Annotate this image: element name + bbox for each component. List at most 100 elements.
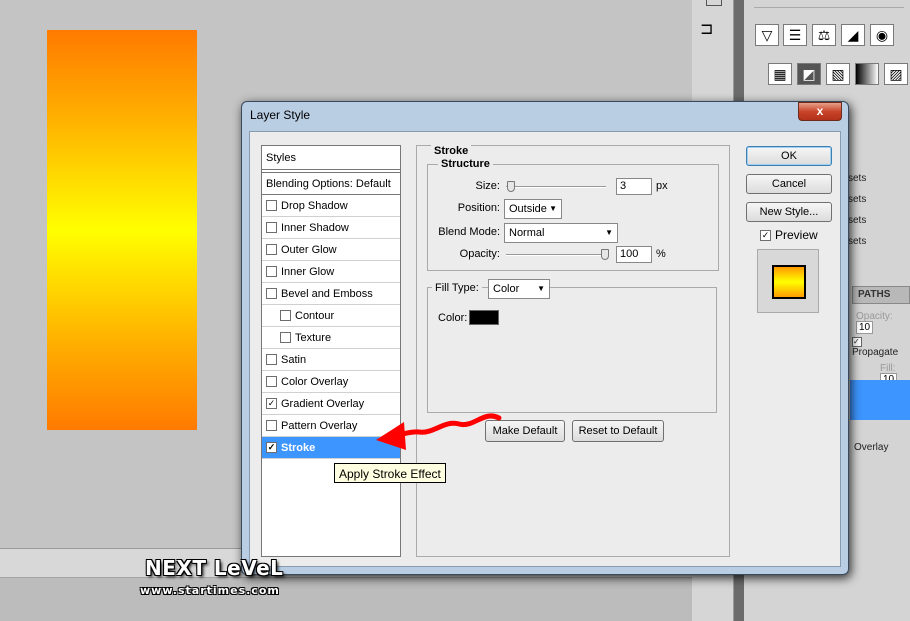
opacity-unit: % (656, 248, 666, 260)
checkmark-icon: ✓ (760, 229, 771, 241)
posterize-icon[interactable]: ▧ (826, 63, 850, 85)
layers-opacity-label: Opacity: 10 (856, 311, 893, 334)
style-item-contour[interactable]: Contour (262, 305, 400, 327)
close-button[interactable]: x (798, 102, 842, 121)
size-label: Size: (475, 180, 500, 192)
style-item-inner-shadow[interactable]: Inner Shadow (262, 217, 400, 239)
new-style-button[interactable]: New Style... (746, 202, 832, 222)
selected-layer-row[interactable] (850, 380, 910, 420)
style-item-label: Satin (281, 353, 307, 366)
style-checkbox[interactable] (266, 200, 277, 211)
style-item-bevel-and-emboss[interactable]: Bevel and Emboss (262, 283, 400, 305)
style-item-texture[interactable]: Texture (262, 327, 400, 349)
style-checkbox[interactable] (280, 332, 291, 343)
opacity-input[interactable]: 100 (616, 246, 652, 263)
opacity-slider-track[interactable] (506, 254, 606, 256)
preview-label: Preview (775, 228, 818, 242)
size-unit: px (656, 180, 668, 192)
style-checkbox[interactable] (266, 244, 277, 255)
watermark-url: www.startimes.com (140, 584, 280, 597)
invert-icon[interactable]: ◩ (797, 63, 821, 85)
selective-color-icon[interactable]: ▨ (884, 63, 908, 85)
reset-default-button[interactable]: Reset to Default (572, 420, 664, 442)
crop-tool-icon[interactable]: ⊐ (700, 22, 713, 38)
gradient-rectangle-layer (47, 30, 197, 430)
stroke-panel: Stroke Structure Size: 3 px Position: Ou… (416, 145, 730, 557)
tab-paths[interactable]: PATHS (852, 286, 910, 304)
stroke-section-title: Stroke (431, 145, 472, 157)
position-label: Position: (457, 202, 500, 214)
photo-filter-icon[interactable]: ◉ (870, 24, 894, 46)
style-preview (757, 249, 819, 313)
black-white-icon[interactable]: ◢ (841, 24, 865, 46)
blend-mode-label: Blend Mode: (438, 226, 500, 238)
dialog-title: Layer Style (250, 108, 311, 122)
ok-button[interactable]: OK (746, 146, 832, 166)
style-item-label: Pattern Overlay (281, 419, 358, 432)
style-checkbox[interactable] (266, 354, 277, 365)
structure-group: Structure Size: 3 px Position: Outside ▼ … (427, 158, 719, 271)
style-item-drop-shadow[interactable]: Drop Shadow (262, 195, 400, 217)
style-checkbox[interactable]: ✓ (266, 442, 277, 453)
styles-header[interactable]: Styles (262, 146, 400, 170)
style-item-label: Color Overlay (281, 375, 349, 388)
channel-mixer-icon[interactable]: ▦ (768, 63, 792, 85)
watermark: NEXT LeVeL www.startimes.com (140, 556, 284, 597)
style-item-label: Bevel and Emboss (281, 287, 373, 300)
threshold-icon[interactable]: ▽ (755, 24, 779, 46)
fill-group: Fill Type: Color ▼ Color: (427, 279, 717, 413)
size-slider-thumb[interactable] (507, 181, 515, 192)
propagate-checkbox[interactable]: ✓ Propagate (852, 336, 910, 358)
opacity-label: Opacity: (459, 248, 500, 260)
style-checkbox[interactable]: ✓ (266, 398, 277, 409)
red-arrow-annotation (376, 413, 502, 450)
stroke-color-swatch[interactable] (469, 310, 499, 325)
chevron-down-icon: ▼ (537, 284, 545, 293)
style-item-label: Inner Shadow (281, 221, 349, 234)
size-input[interactable]: 3 (616, 178, 652, 195)
blend-mode-select[interactable]: Normal ▼ (504, 223, 618, 243)
structure-title: Structure (438, 158, 493, 170)
style-item-color-overlay[interactable]: Color Overlay (262, 371, 400, 393)
chevron-down-icon: ▼ (549, 204, 557, 213)
style-checkbox[interactable] (280, 310, 291, 321)
opacity-slider-thumb[interactable] (601, 249, 609, 260)
adj-icon-row-top (754, 0, 904, 8)
style-item-label: Inner Glow (281, 265, 335, 278)
style-checkbox[interactable] (266, 288, 277, 299)
dialog-body: Styles Blending Options: Default Drop Sh… (249, 131, 841, 567)
style-checkbox[interactable] (266, 376, 277, 387)
style-item-label: Contour (295, 309, 335, 322)
color-label: Color: (438, 312, 468, 324)
cancel-button[interactable]: Cancel (746, 174, 832, 194)
size-slider-track[interactable] (506, 186, 606, 188)
stroke-tooltip: Apply Stroke Effect (334, 463, 446, 483)
style-checkbox[interactable] (266, 420, 277, 431)
style-item-label: Gradient Overlay (281, 397, 365, 410)
fill-type-select[interactable]: Color ▼ (488, 279, 550, 299)
watermark-title: NEXT LeVeL (145, 556, 284, 580)
layers-opacity-value[interactable]: 10 (856, 321, 874, 334)
style-item-outer-glow[interactable]: Outer Glow (262, 239, 400, 261)
style-checkbox[interactable] (266, 222, 277, 233)
style-item-label: Drop Shadow (281, 199, 348, 212)
preset-item-1[interactable]: sets (848, 173, 866, 184)
blending-options[interactable]: Blending Options: Default (262, 172, 400, 195)
styles-list: Styles Blending Options: Default Drop Sh… (261, 145, 401, 557)
tool-icon-top[interactable] (706, 0, 722, 6)
style-item-label: Stroke (281, 441, 316, 454)
gradient-map-icon[interactable]: ☰ (783, 24, 807, 46)
style-item-label: Outer Glow (281, 243, 337, 256)
layer-effect-overlay[interactable]: Overlay (854, 442, 888, 453)
style-checkbox[interactable] (266, 266, 277, 277)
position-select[interactable]: Outside ▼ (504, 199, 562, 219)
preset-item-4[interactable]: sets (848, 236, 866, 247)
preview-checkbox[interactable]: ✓ Preview (760, 228, 818, 242)
style-item-inner-glow[interactable]: Inner Glow (262, 261, 400, 283)
levels-gradient-icon[interactable] (855, 63, 879, 85)
style-item-label: Texture (295, 331, 332, 344)
style-item-satin[interactable]: Satin (262, 349, 400, 371)
preset-item-2[interactable]: sets (848, 194, 866, 205)
preset-item-3[interactable]: sets (848, 215, 866, 226)
balance-icon[interactable]: ⚖ (812, 24, 836, 46)
